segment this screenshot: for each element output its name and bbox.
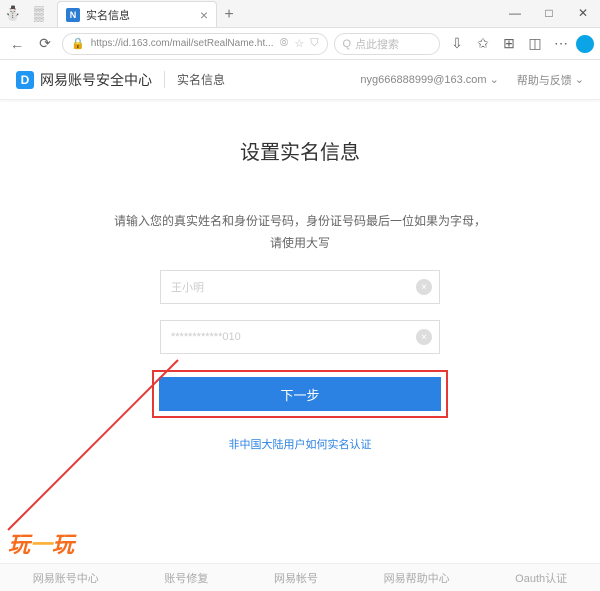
logo-text: 网易账号安全中心 bbox=[40, 70, 152, 90]
non-mainland-help-link[interactable]: 非中国大陆用户如何实名认证 bbox=[229, 439, 372, 451]
site-header: D 网易账号安全中心 实名信息 nyg666888999@163.com ⌄ 帮… bbox=[0, 60, 600, 100]
star-icon[interactable]: ☆ bbox=[294, 37, 304, 50]
breadcrumb: 实名信息 bbox=[164, 71, 225, 88]
new-tab-button[interactable]: + bbox=[217, 3, 241, 27]
page-title: 设置实名信息 bbox=[20, 136, 580, 165]
highlight-box: 下一步 bbox=[152, 370, 448, 418]
menu-icon[interactable]: ⋯ bbox=[550, 33, 572, 55]
url-text: https://id.163.com/mail/setRealName.ht..… bbox=[91, 38, 274, 49]
site-logo[interactable]: D 网易账号安全中心 bbox=[16, 70, 152, 90]
name-input[interactable] bbox=[160, 270, 440, 304]
realname-form: × × 下一步 非中国大陆用户如何实名认证 bbox=[160, 270, 440, 452]
extension2-icon[interactable]: ◫ bbox=[524, 33, 546, 55]
watermark: 玩一玩 bbox=[8, 527, 74, 559]
footer-link[interactable]: 账号修复 bbox=[164, 570, 208, 586]
close-window-button[interactable]: ✕ bbox=[566, 0, 600, 27]
extensions-icon[interactable]: ⊞ bbox=[498, 33, 520, 55]
tab-favicon-icon: N bbox=[66, 8, 80, 22]
profile-avatar-icon[interactable] bbox=[576, 35, 594, 53]
clear-name-icon[interactable]: × bbox=[416, 279, 432, 295]
browser-search-box[interactable]: Q 点此搜索 bbox=[334, 33, 441, 55]
footer-link[interactable]: 网易帮助中心 bbox=[384, 570, 450, 586]
next-step-button[interactable]: 下一步 bbox=[159, 377, 441, 411]
lock-icon: 🔒 bbox=[71, 37, 85, 50]
logo-icon: D bbox=[16, 71, 34, 89]
search-placeholder: 点此搜索 bbox=[355, 36, 399, 52]
clear-id-icon[interactable]: × bbox=[416, 329, 432, 345]
footer-link[interactable]: 网易帐号 bbox=[274, 570, 318, 586]
download-icon[interactable]: ⇩ bbox=[446, 33, 468, 55]
browser-toolbar: ← ⟳ 🔒 https://id.163.com/mail/setRealNam… bbox=[0, 28, 600, 60]
browser-tab[interactable]: N 实名信息 × bbox=[57, 1, 217, 27]
shield-icon[interactable]: ⛉ bbox=[310, 37, 318, 50]
user-menu[interactable]: nyg666888999@163.com ⌄ bbox=[360, 73, 498, 86]
main-content: 设置实名信息 请输入您的真实姓名和身份证号码，身份证号码最后一位如果为字母， 请… bbox=[0, 100, 600, 452]
chevron-down-icon: ⌄ bbox=[490, 73, 499, 86]
search-icon: Q bbox=[343, 38, 352, 50]
instructions: 请输入您的真实姓名和身份证号码，身份证号码最后一位如果为字母， 请使用大写 bbox=[20, 211, 580, 254]
help-feedback-link[interactable]: 帮助与反馈 ⌄ bbox=[517, 72, 584, 88]
favorites-icon[interactable]: ✩ bbox=[472, 33, 494, 55]
site-footer: 网易账号中心 账号修复 网易帐号 网易帮助中心 Oauth认证 bbox=[0, 563, 600, 591]
tab-title: 实名信息 bbox=[86, 7, 200, 23]
browser-profile-icon[interactable]: ⛄ bbox=[0, 0, 26, 27]
minimize-button[interactable]: — bbox=[498, 0, 532, 27]
user-email: nyg666888999@163.com bbox=[360, 74, 486, 86]
id-input[interactable] bbox=[160, 320, 440, 354]
browser-titlebar: ⛄ ▒ N 实名信息 × + — □ ✕ bbox=[0, 0, 600, 28]
address-bar[interactable]: 🔒 https://id.163.com/mail/setRealName.ht… bbox=[62, 33, 328, 55]
footer-link[interactable]: Oauth认证 bbox=[515, 570, 567, 586]
browser-app-icon: ▒ bbox=[26, 0, 52, 27]
maximize-button[interactable]: □ bbox=[532, 0, 566, 27]
close-tab-icon[interactable]: × bbox=[200, 7, 208, 23]
back-button[interactable]: ← bbox=[6, 33, 28, 55]
translate-icon[interactable]: ⦾ bbox=[280, 37, 289, 50]
chevron-down-icon: ⌄ bbox=[575, 73, 584, 86]
window-controls: — □ ✕ bbox=[498, 0, 600, 27]
footer-link[interactable]: 网易账号中心 bbox=[33, 570, 99, 586]
refresh-button[interactable]: ⟳ bbox=[34, 33, 56, 55]
